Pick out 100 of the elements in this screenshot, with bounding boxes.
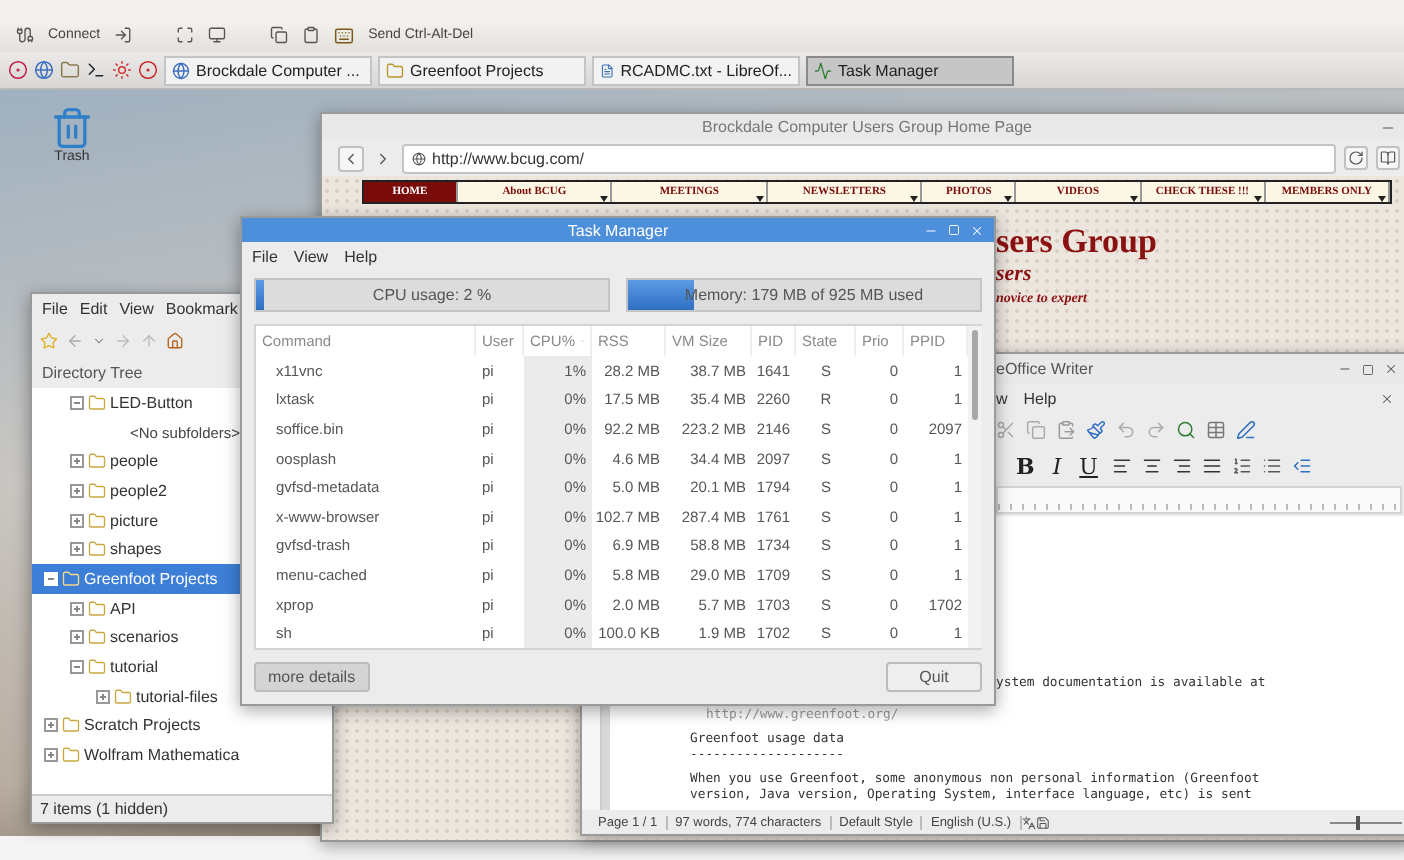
tree-item[interactable]: scenarios (32, 623, 183, 653)
reload-icon (1348, 150, 1364, 166)
pen-icon[interactable] (1236, 420, 1256, 440)
tree-item[interactable]: people2 (32, 476, 171, 506)
folder-icon (62, 569, 80, 588)
ring-icon[interactable] (138, 60, 158, 80)
justify-icon[interactable] (1201, 456, 1222, 476)
menu-item[interactable]: View (119, 299, 154, 317)
expander-icon[interactable] (70, 454, 84, 469)
terminal-icon[interactable] (86, 60, 106, 80)
expander-icon[interactable] (70, 483, 84, 498)
globe-icon (412, 151, 426, 165)
folder-icon (62, 716, 80, 735)
undo-icon[interactable] (1116, 420, 1136, 440)
folder-icon (88, 540, 106, 559)
tree-item[interactable]: API (32, 593, 140, 623)
table-icon[interactable] (1206, 420, 1226, 440)
screen-icon[interactable] (208, 26, 227, 44)
chevron-left-icon (342, 149, 360, 167)
format-button[interactable]: I (1048, 453, 1066, 479)
globe-icon (172, 61, 190, 79)
close-icon[interactable] (1384, 362, 1398, 376)
taskbar-task[interactable]: Task Manager (806, 55, 1014, 85)
search-icon[interactable] (1176, 420, 1196, 440)
page-subheading: sers (996, 262, 1034, 286)
url-field[interactable]: http://www.bcug.com/ (402, 143, 1336, 173)
more-details-button[interactable]: more details (254, 662, 370, 692)
chevron-right-icon (374, 149, 392, 167)
paste-icon[interactable] (1056, 420, 1076, 440)
copy-icon[interactable] (270, 26, 289, 44)
menu-item[interactable]: w (996, 389, 1008, 407)
tree-item[interactable]: Greenfoot Projects (32, 564, 240, 594)
menu-item[interactable]: File (252, 247, 278, 265)
home-icon[interactable] (166, 331, 184, 349)
expander-icon[interactable] (70, 601, 84, 616)
quit-button[interactable]: Quit (886, 662, 982, 692)
expander-icon[interactable] (44, 718, 58, 733)
tree-item[interactable]: tutorial (32, 652, 163, 682)
folder-icon (114, 687, 132, 706)
menu-item[interactable]: File (42, 299, 68, 317)
back-button[interactable] (338, 145, 364, 171)
status-text: 7 items (1 hidden) (32, 794, 332, 822)
indent-icon[interactable] (1291, 456, 1312, 476)
taskbar-task[interactable]: Brockdale Computer ... (164, 55, 372, 85)
close-icon[interactable] (1380, 391, 1394, 405)
trash-icon[interactable] (50, 106, 94, 150)
format-button[interactable]: U (1075, 453, 1102, 479)
clipboard-icon[interactable] (302, 26, 321, 44)
cpu-meter: CPU usage: 2 % (254, 278, 610, 312)
folder-icon (88, 393, 106, 412)
tree-item[interactable]: Scratch Projects (32, 711, 205, 741)
numbered-list-icon[interactable] (1231, 456, 1252, 476)
caret-icon[interactable] (92, 333, 106, 347)
login-icon[interactable] (114, 26, 133, 44)
tree-item[interactable]: picture (32, 505, 163, 535)
expander-icon[interactable] (70, 660, 84, 675)
tree-item[interactable]: Wolfram Mathematica (32, 740, 244, 770)
maximize-icon[interactable] (1362, 363, 1374, 375)
minimize-icon[interactable] (1338, 362, 1352, 376)
plug-icon[interactable] (16, 26, 34, 44)
scissors-icon[interactable] (996, 420, 1016, 440)
redo-icon[interactable] (1146, 420, 1166, 440)
tree-item[interactable]: shapes (32, 534, 166, 565)
folder-icon (386, 61, 404, 79)
keyboard-icon[interactable] (334, 25, 355, 45)
expander-icon[interactable] (70, 395, 84, 410)
expander-icon[interactable] (96, 689, 110, 704)
reload-button[interactable] (1344, 146, 1368, 170)
burst-icon[interactable] (112, 60, 132, 80)
folder-icon (88, 452, 106, 471)
menu-item[interactable]: Help (1023, 389, 1057, 407)
align-center-icon[interactable] (1141, 456, 1162, 476)
tree-item[interactable]: tutorial-files (32, 681, 222, 712)
expander-icon[interactable] (70, 542, 84, 557)
expander-icon[interactable] (70, 630, 84, 645)
globe-icon[interactable] (34, 60, 54, 80)
brush-icon[interactable] (1086, 420, 1106, 440)
star-icon[interactable] (40, 331, 58, 349)
language-icon (1021, 815, 1036, 829)
fullscreen-icon[interactable] (176, 26, 195, 44)
menu-item[interactable]: Bookmark (165, 299, 238, 317)
align-left-icon[interactable] (1111, 456, 1132, 476)
browser-title-bar: Brockdale Computer Users Group Home Page (322, 114, 1404, 140)
folder-icon (88, 628, 106, 647)
folder-icon (62, 746, 80, 765)
format-button[interactable]: B (1012, 453, 1039, 479)
tree-item[interactable]: LED-Button (32, 388, 197, 418)
tree-item[interactable]: people (32, 446, 163, 477)
expander-icon[interactable] (44, 748, 58, 763)
menu-item[interactable]: Help (344, 247, 378, 265)
expander-icon[interactable] (70, 513, 84, 528)
menu-item[interactable]: View (293, 247, 329, 265)
menu-item[interactable]: Edit (79, 299, 108, 317)
align-right-icon[interactable] (1171, 456, 1192, 476)
taskbar-task[interactable]: Greenfoot Projects (378, 55, 586, 85)
back-icon[interactable] (66, 331, 84, 349)
taskbar-task[interactable]: RCADMC.txt - LibreOf... (592, 55, 800, 85)
scrollbar[interactable] (968, 326, 982, 648)
page-heading: sers Group (996, 224, 1159, 258)
reader-button[interactable] (1376, 146, 1400, 170)
